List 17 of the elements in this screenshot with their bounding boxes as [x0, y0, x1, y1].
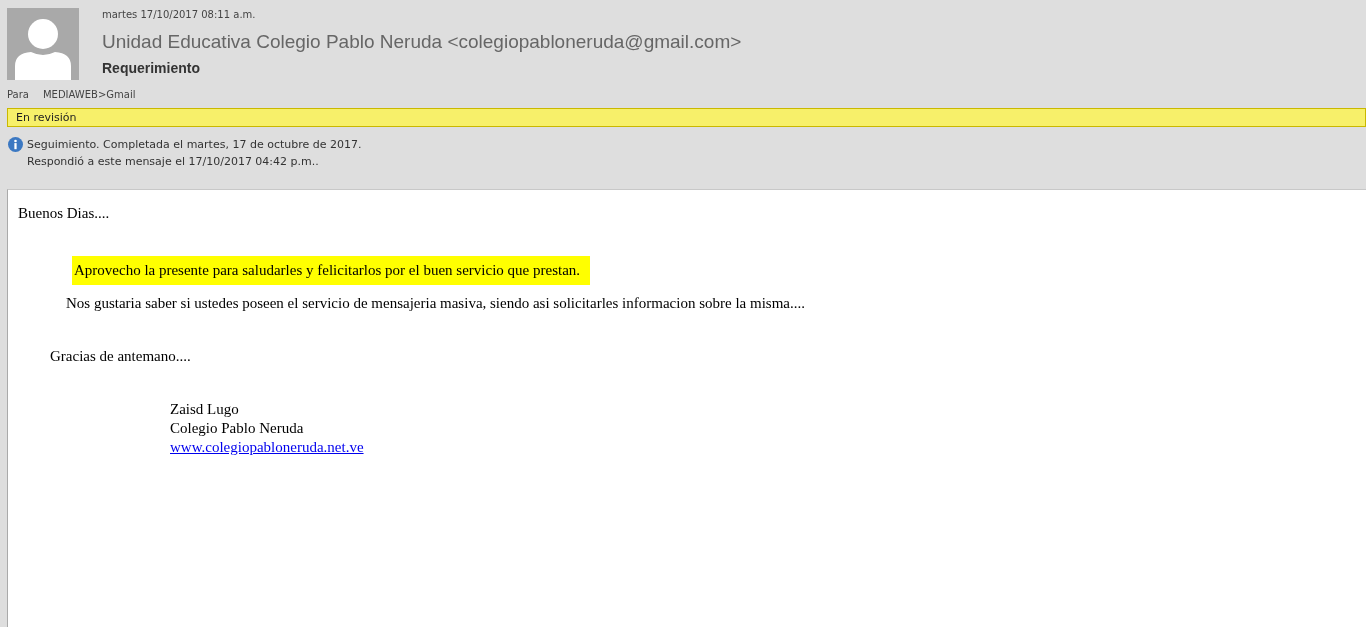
signature-line: Zaisd Lugo [170, 400, 239, 419]
closing-text: Gracias de antemano.... [50, 348, 191, 364]
signature-line: Colegio Pablo Neruda [170, 419, 304, 438]
to-label: Para [7, 89, 29, 100]
info-line: Seguimiento. Completada el martes, 17 de octubre de 2017. [27, 137, 362, 153]
greeting-text: Buenos Dias.... [18, 205, 110, 221]
website-link[interactable]: www.colegiopabloneruda.net.ve [170, 438, 364, 457]
avatar-placeholder-icon [7, 8, 79, 80]
info-icon [8, 137, 23, 152]
info-line: Respondió a este mensaje el 17/10/2017 04:42 p.m.. [27, 154, 320, 170]
body-paragraph: Nos gustaria saber si ustedes poseen el servicio de mensajeria masiva, siendo asi solicitarles informacion sobre la misma.... [66, 295, 805, 311]
sender-name: Unidad Educativa Colegio Pablo Neruda <colegiopabloneruda@gmail.com> [102, 30, 742, 54]
email-subject: Requerimiento [102, 60, 201, 76]
recipient: MEDIAWEB>Gmail [42, 89, 136, 100]
sent-date: martes 17/10/2017 08:11 a.m. [102, 8, 257, 22]
category-bar: En revisión [7, 108, 1366, 127]
highlighted-paragraph: Aprovecho la presente para saludarles y felicitarlos por el buen servicio que prestan. [72, 256, 591, 285]
